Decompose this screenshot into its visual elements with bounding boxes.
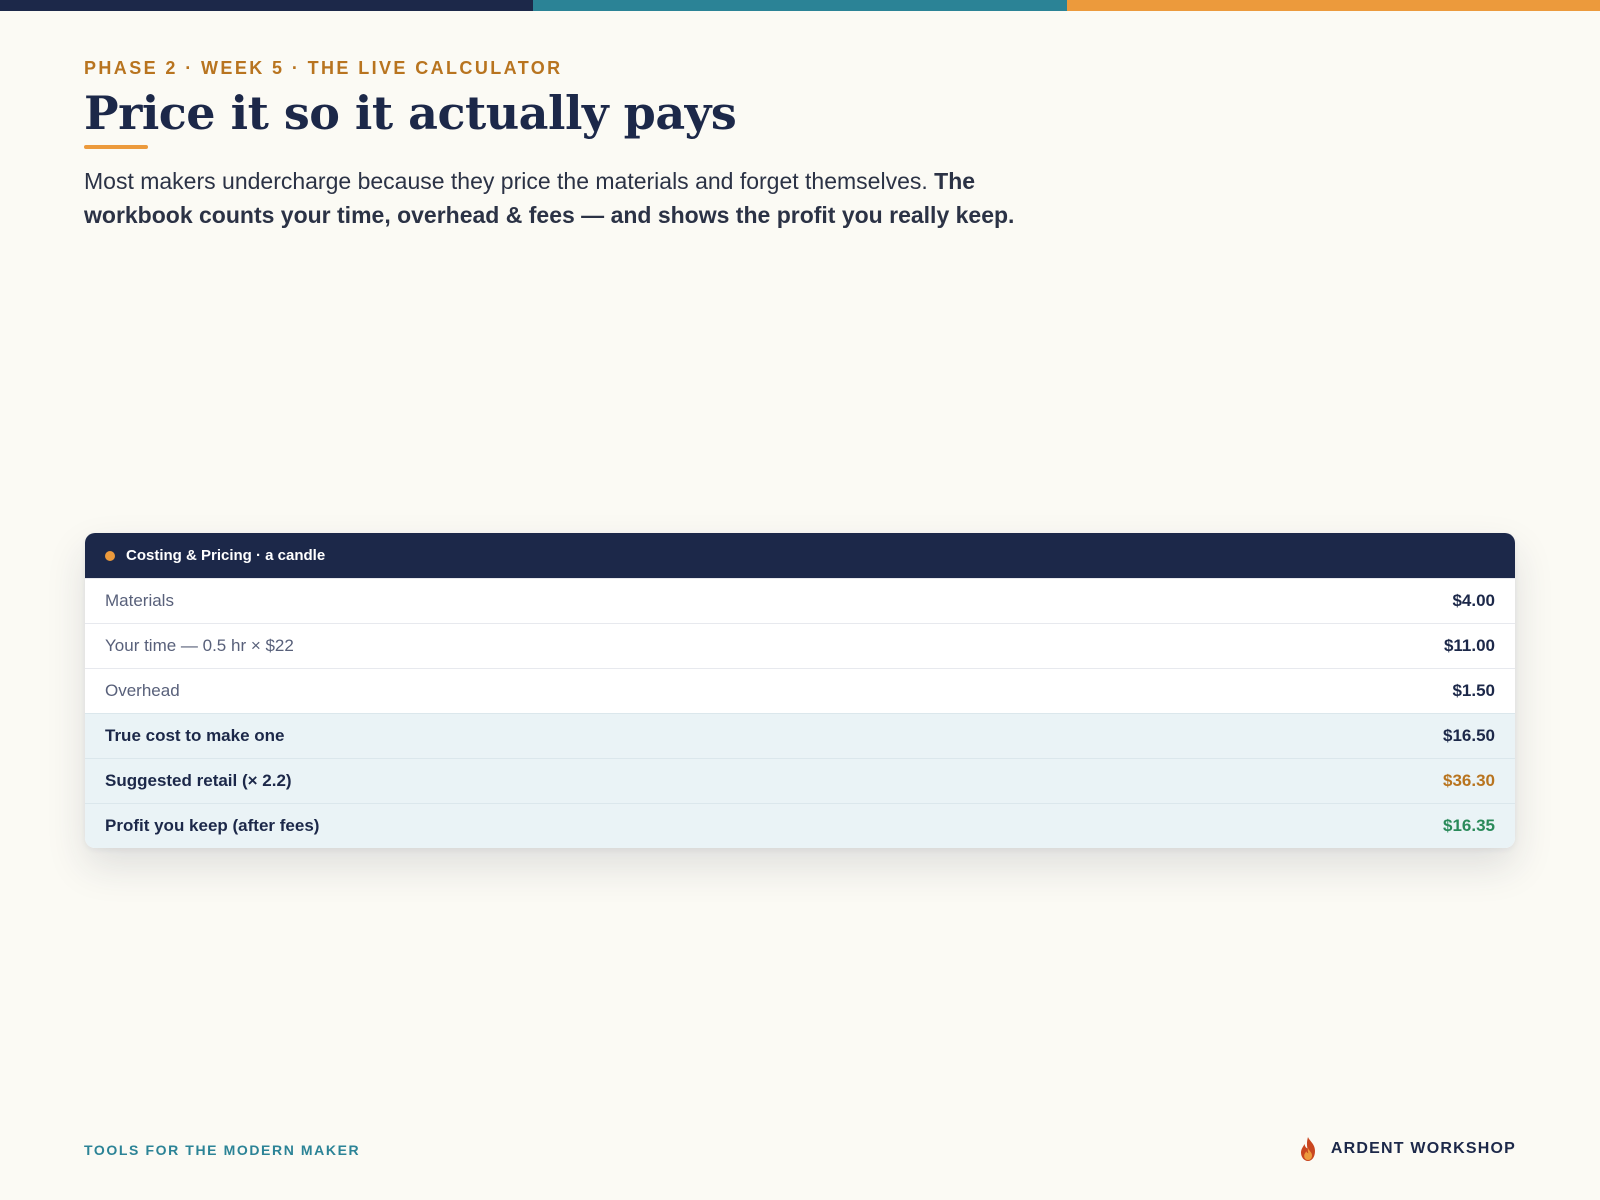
lead-plain-text: Most makers undercharge because they pri… (84, 168, 935, 194)
eyebrow-label: PHASE 2 · WEEK 5 · THE LIVE CALCULATOR (84, 58, 563, 78)
row-value: $11.00 (1443, 636, 1495, 655)
pricing-calculator-card: Costing & Pricing · a candle Materials $… (85, 533, 1515, 848)
row-label: Materials (105, 591, 174, 610)
row-label: Suggested retail (× 2.2) (105, 771, 292, 790)
row-value: $4.00 (1452, 591, 1495, 610)
calc-row-time: Your time — 0.5 hr × $22 $11.00 (85, 623, 1515, 668)
row-value: $16.50 (1443, 726, 1495, 745)
calculator-header: Costing & Pricing · a candle (85, 533, 1515, 578)
calc-row-materials: Materials $4.00 (85, 578, 1515, 623)
footer-tagline: TOOLS FOR THE MODERN MAKER (84, 1142, 361, 1158)
calc-row-overhead: Overhead $1.50 (85, 668, 1515, 713)
row-value: $1.50 (1452, 681, 1495, 700)
row-label: Profit you keep (after fees) (105, 816, 320, 835)
row-label: True cost to make one (105, 726, 285, 745)
top-bar-teal-segment (533, 0, 1067, 11)
row-value: $36.30 (1443, 771, 1495, 790)
page-title: Price it so it actually pays (84, 86, 737, 140)
row-label: Overhead (105, 681, 180, 700)
row-label: Your time — 0.5 hr × $22 (105, 636, 294, 655)
calc-row-profit: Profit you keep (after fees) $16.35 (85, 803, 1515, 848)
status-dot-icon (105, 550, 115, 561)
top-bar-orange-segment (1066, 0, 1600, 11)
calc-row-true-cost: True cost to make one $16.50 (85, 713, 1515, 758)
row-value: $16.35 (1443, 816, 1495, 835)
footer-brand: ARDENT WORKSHOP (1297, 1136, 1516, 1162)
calculator-title: Costing & Pricing · a candle (126, 547, 326, 564)
brand-name: ARDENT WORKSHOP (1330, 1140, 1516, 1157)
calc-row-suggested-retail: Suggested retail (× 2.2) $36.30 (85, 758, 1515, 803)
flame-icon (1300, 1137, 1315, 1161)
slide: PHASE 2 · WEEK 5 · THE LIVE CALCULATOR P… (0, 0, 1600, 1200)
lead-paragraph: Most makers undercharge because they pri… (84, 164, 1074, 232)
top-color-bar (0, 0, 1600, 11)
top-bar-navy-segment (0, 0, 534, 11)
title-underline (84, 145, 148, 149)
